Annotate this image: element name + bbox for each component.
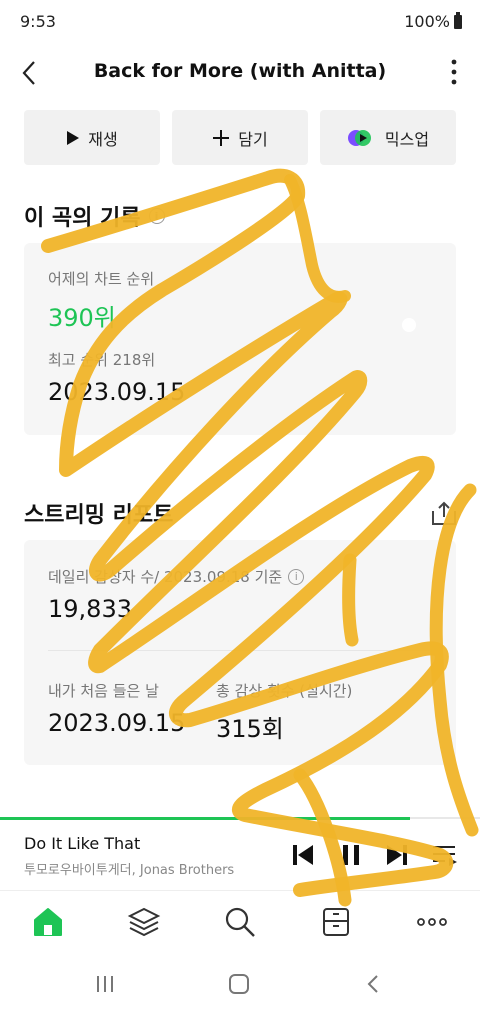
more-icon [417, 918, 447, 926]
battery-icon [454, 11, 462, 29]
mixup-icon [347, 129, 371, 146]
back-arrow-icon [367, 975, 378, 993]
first-listen-value: 2023.09.15 [48, 709, 186, 737]
first-listen-label: 내가 처음 들은 날 [48, 682, 159, 700]
peak-rank-label: 최고 순위 218위 [48, 351, 156, 369]
nav-search[interactable] [223, 905, 257, 939]
mixup-button[interactable]: 믹스업 [320, 110, 456, 165]
home-icon [34, 908, 62, 936]
record-section-title: 이 곡의 기록 i [24, 200, 165, 232]
divider [48, 650, 432, 651]
system-back-button[interactable] [361, 972, 385, 996]
now-playing-title[interactable]: Do It Like That [24, 834, 140, 853]
layers-icon [127, 907, 161, 937]
info-icon[interactable]: i [288, 568, 305, 585]
progress-fill [0, 817, 410, 820]
add-button[interactable]: 담기 [172, 110, 308, 165]
system-recent-apps-button[interactable] [93, 972, 117, 996]
chevron-left-icon [22, 61, 35, 85]
share-button[interactable] [430, 500, 458, 526]
nav-home[interactable] [31, 905, 65, 939]
system-home-button[interactable] [227, 972, 251, 996]
daily-listeners-value: 19,833 [48, 595, 132, 623]
card-indicator-dot [402, 318, 416, 332]
playlist-button[interactable] [430, 840, 460, 870]
status-battery: 100% [404, 11, 462, 31]
recent-apps-icon [97, 976, 113, 992]
stream-section-title: 스트리밍 리포트 [24, 503, 174, 528]
search-icon [225, 907, 255, 937]
kebab-menu-icon [451, 59, 457, 85]
daily-listeners-label: 데일리 감상자 수/ 2023.09.18 기준 i [48, 566, 305, 587]
battery-percent: 100% [404, 12, 450, 31]
add-label: 담기 [238, 129, 268, 149]
nav-discover[interactable] [127, 905, 161, 939]
library-icon [323, 908, 349, 936]
previous-button[interactable] [288, 840, 318, 870]
plus-icon [213, 129, 230, 146]
divider [0, 890, 480, 891]
skip-next-icon [387, 845, 407, 865]
pause-button[interactable] [336, 840, 366, 870]
skip-previous-icon [293, 845, 313, 865]
total-plays-value: 315회 [216, 715, 284, 743]
share-icon [432, 501, 456, 525]
playlist-icon [433, 846, 457, 866]
play-label: 재생 [88, 129, 118, 149]
nav-library[interactable] [319, 905, 353, 939]
pause-icon [343, 845, 359, 865]
nav-more[interactable] [415, 905, 449, 939]
info-icon[interactable]: i [148, 208, 165, 224]
play-button[interactable]: 재생 [24, 110, 160, 165]
total-plays-label: 총 감상 횟수 (실시간) [216, 682, 353, 700]
now-playing-artist[interactable]: 투모로우바이투게더, Jonas Brothers [24, 859, 234, 878]
status-time: 9:53 [20, 12, 56, 31]
next-button[interactable] [382, 840, 412, 870]
back-button[interactable] [16, 58, 46, 88]
record-title-text: 이 곡의 기록 [24, 206, 141, 231]
mixup-label: 믹스업 [384, 129, 430, 149]
peak-rank-date: 2023.09.15 [48, 378, 186, 406]
home-square-icon [229, 974, 249, 994]
play-icon [67, 130, 80, 145]
page-title: Back for More (with Anitta) [93, 60, 387, 82]
more-options-button[interactable] [434, 58, 464, 88]
chart-rank-label: 어제의 차트 순위 [48, 270, 155, 288]
daily-label-text: 데일리 감상자 수/ 2023.09.18 기준 [48, 568, 283, 586]
chart-rank-value: 390위 [48, 304, 116, 332]
